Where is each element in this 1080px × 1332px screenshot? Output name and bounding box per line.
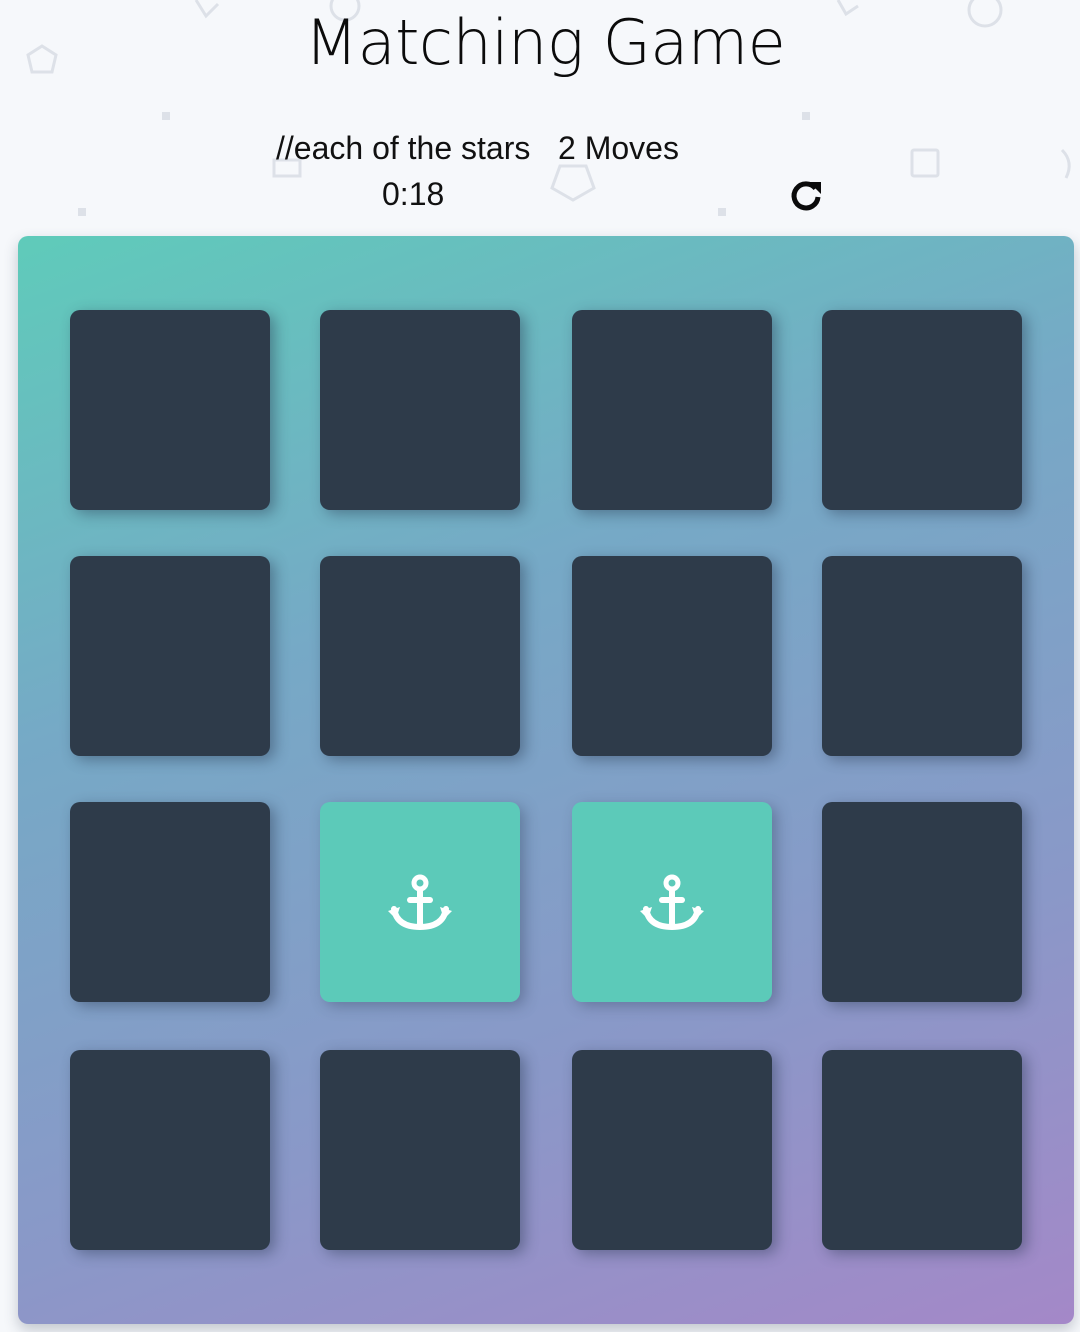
card-r2-c4[interactable]: [822, 556, 1022, 756]
card-r1-c2[interactable]: [320, 310, 520, 510]
card-r2-c2[interactable]: [320, 556, 520, 756]
card-r3-c4[interactable]: [822, 802, 1022, 1002]
card-r4-c1[interactable]: [70, 1050, 270, 1250]
card-deck: [18, 236, 1074, 1324]
timer: 0:18: [382, 176, 445, 212]
card-r3-c2-open[interactable]: [320, 802, 520, 1002]
card-r1-c4[interactable]: [822, 310, 1022, 510]
card-r4-c4[interactable]: [822, 1050, 1022, 1250]
moves-counter: 2 Moves: [558, 130, 679, 166]
card-r4-c3[interactable]: [572, 1050, 772, 1250]
card-r3-c3-open[interactable]: [572, 802, 772, 1002]
refresh-icon: [791, 181, 821, 211]
anchor-icon: [640, 874, 704, 931]
page-title: Matching Game: [304, 6, 786, 79]
card-r2-c1[interactable]: [70, 556, 270, 756]
card-r2-c3[interactable]: [572, 556, 772, 756]
card-r4-c2[interactable]: [320, 1050, 520, 1250]
card-r1-c3[interactable]: [572, 310, 772, 510]
card-r3-c1[interactable]: [70, 802, 270, 1002]
restart-button[interactable]: [788, 178, 824, 214]
card-r1-c1[interactable]: [70, 310, 270, 510]
anchor-icon: [388, 874, 452, 931]
stars-comment: //each of the stars: [276, 130, 531, 166]
